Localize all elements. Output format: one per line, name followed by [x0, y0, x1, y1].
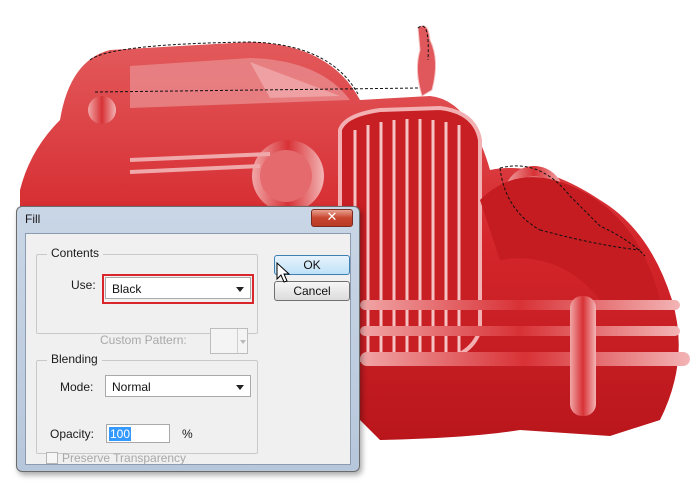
dialog-title: Fill [25, 212, 41, 226]
hood-ornament [416, 25, 436, 97]
preserve-transparency-label: Preserve Transparency [62, 451, 187, 465]
opacity-value: 100 [109, 427, 132, 441]
ok-button-label: OK [303, 258, 321, 272]
custom-pattern-label: Custom Pattern: [100, 333, 187, 347]
opacity-unit: % [182, 427, 193, 441]
cancel-button[interactable]: Cancel [274, 281, 350, 301]
fill-dialog: Fill ✕ Contents Use: Black Custom Patter… [16, 206, 360, 472]
mode-label: Mode: [60, 380, 94, 394]
blending-group-title: Blending [47, 352, 102, 366]
arrow-cursor-icon [276, 262, 291, 283]
contents-group-title: Contents [47, 246, 104, 260]
opacity-input[interactable]: 100 [106, 424, 170, 443]
dialog-titlebar[interactable]: Fill ✕ [17, 207, 359, 231]
dropdown-caret-icon [236, 385, 244, 390]
close-button[interactable]: ✕ [311, 209, 353, 227]
mode-select-value: Normal [112, 380, 151, 394]
custom-pattern-picker[interactable] [210, 328, 248, 354]
use-label: Use: [71, 278, 96, 292]
dialog-body: Contents Use: Black Custom Pattern: Blen… [25, 233, 351, 465]
cancel-button-label: Cancel [293, 284, 331, 298]
car-grille [338, 105, 482, 362]
use-highlight [102, 274, 254, 304]
preserve-transparency-checkbox[interactable] [46, 452, 58, 464]
close-icon: ✕ [326, 210, 338, 225]
mode-select[interactable]: Normal [105, 375, 251, 397]
dropdown-caret-icon [240, 340, 246, 344]
opacity-label: Opacity: [50, 427, 95, 441]
